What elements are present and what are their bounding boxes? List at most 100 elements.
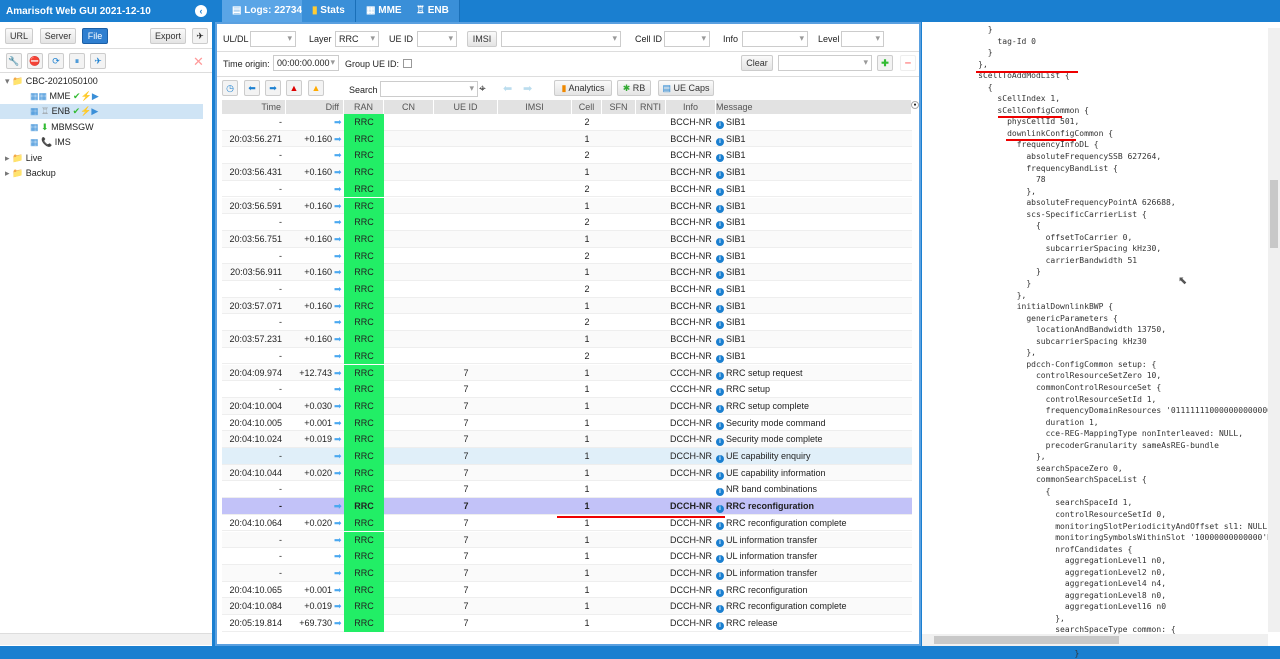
table-row[interactable]: 20:03:56.271 +0.160 RRC 1 BCCH-NR i SIB1 ➡: [222, 130, 912, 148]
column-header[interactable]: Cell: [572, 100, 602, 114]
search-input[interactable]: [380, 81, 478, 97]
table-row[interactable]: - RRC 7 1 DCCH-NR i UE capability enquiry ➡: [222, 448, 912, 465]
tree-item-live[interactable]: ▸ 📁 Live: [5, 151, 42, 166]
table-row[interactable]: - RRC 2 BCCH-NR i SIB1 ➡: [222, 247, 912, 265]
clear-button[interactable]: Clear: [741, 55, 773, 71]
table-row[interactable]: - RRC 2 BCCH-NR i SIB1 ➡: [222, 281, 912, 298]
cell-cell: 2: [584, 150, 590, 161]
table-row[interactable]: 20:04:10.005 +0.001 RRC 7 1 DCCH-NR i Security …: [222, 414, 912, 432]
table-row[interactable]: - RRC 7 1 DCCH-NR i UL information transfer ➡: [222, 548, 912, 565]
pause-icon[interactable]: ⏸: [69, 53, 85, 69]
table-row[interactable]: 20:04:10.065 +0.001 RRC 7 1 DCCH-NR i RRC recon…: [222, 581, 912, 599]
time-origin-input[interactable]: 00:00:00.000: [273, 55, 339, 71]
column-header[interactable]: Message: [716, 100, 912, 114]
tab-stats[interactable]: ▮ Stats: [302, 0, 356, 22]
level-select[interactable]: [841, 31, 884, 47]
horizontal-scrollbar[interactable]: [0, 633, 212, 645]
binoculars-icon[interactable]: ⌖: [479, 81, 486, 96]
code-line: absoluteFrequencySSB 627264,: [930, 152, 1162, 162]
ueid-select[interactable]: [417, 31, 457, 47]
cellid-select[interactable]: [664, 31, 710, 47]
cell-cell: 1: [584, 584, 590, 595]
table-row[interactable]: 20:03:56.751 +0.160 RRC 1 BCCH-NR i SIB1 ➡: [222, 230, 912, 248]
table-row[interactable]: - RRC 2 BCCH-NR i SIB1 ➡: [222, 147, 912, 165]
layer-select[interactable]: RRC: [335, 31, 379, 47]
table-row[interactable]: 20:04:09.974 +12.743 RRC 7 1 CCCH-NR i RRC setu…: [222, 364, 912, 382]
stop-icon[interactable]: ⛔: [27, 53, 43, 69]
filter-select[interactable]: [778, 55, 872, 71]
warning-icon[interactable]: ▲: [308, 80, 324, 96]
column-header[interactable]: SFN: [602, 100, 636, 114]
rb-button[interactable]: ✱ RB: [617, 80, 651, 96]
table-row[interactable]: 20:04:10.004 +0.030 RRC 7 1 DCCH-NR i RRC setup…: [222, 397, 912, 415]
column-header[interactable]: Diff: [286, 100, 344, 114]
table-row[interactable]: - RRC 7 1 DCCH-NR i RRC reconfiguration ➡: [222, 498, 912, 515]
analytics-button[interactable]: ▮ Analytics: [554, 80, 612, 96]
column-header[interactable]: RNTI: [636, 100, 666, 114]
scroll-icon[interactable]: ●: [911, 101, 919, 109]
table-row[interactable]: - RRC 2 BCCH-NR i SIB1 ➡: [222, 114, 912, 131]
tree-item-cbc[interactable]: ▾ 📁 CBC-2021050100: [5, 74, 98, 89]
table-row[interactable]: - RRC 7 1 DCCH-NR i UL information transfer ➡: [222, 531, 912, 549]
group-ue-checkbox[interactable]: [403, 59, 412, 68]
column-header[interactable]: Time: [222, 100, 286, 114]
code-line: physCellId 501,: [930, 117, 1080, 127]
tree-item-mbmsgw[interactable]: ▦ ⬇ MBMSGW: [30, 120, 94, 135]
collapse-icon[interactable]: ‹: [195, 5, 207, 17]
tree-item-mme[interactable]: ▦▦ MME ✔⚡▶: [30, 89, 99, 104]
column-header[interactable]: IMSI: [498, 100, 572, 114]
table-row[interactable]: 20:04:10.044 +0.020 RRC 7 1 DCCH-NR i UE capabi…: [222, 464, 912, 482]
search-prev-icon[interactable]: ⬅: [503, 82, 512, 95]
table-row[interactable]: 20:03:57.071 +0.160 RRC 1 BCCH-NR i SIB1 ➡: [222, 297, 912, 315]
server-button[interactable]: Server: [40, 28, 76, 44]
table-row[interactable]: 20:03:57.231 +0.160 RRC 1 BCCH-NR i SIB1 ➡: [222, 331, 912, 348]
arrow-left-icon[interactable]: ⬅: [244, 80, 260, 96]
export-button[interactable]: Export: [150, 28, 186, 44]
table-row[interactable]: 20:03:56.591 +0.160 RRC 1 BCCH-NR i SIB1 ➡: [222, 197, 912, 215]
table-row[interactable]: - RRC 2 BCCH-NR i SIB1 ➡: [222, 314, 912, 332]
tree-item-backup[interactable]: ▸ 📁 Backup: [5, 166, 56, 181]
refresh-icon[interactable]: ⟳: [48, 53, 64, 69]
vertical-scrollbar[interactable]: [1268, 28, 1280, 632]
horizontal-scrollbar[interactable]: [922, 634, 1268, 646]
table-row[interactable]: 20:05:19.814 +69.730 RRC 7 1 DCCH-NR i RRC rele…: [222, 615, 912, 632]
imsi-button[interactable]: IMSI: [467, 31, 497, 47]
tree-item-enb[interactable]: ▦ ♖ ENB ✔⚡▶: [0, 104, 203, 119]
imsi-select[interactable]: [501, 31, 621, 47]
ue-caps-button[interactable]: ▤ UE Caps: [658, 80, 714, 96]
table-row[interactable]: - RRC 2 BCCH-NR i SIB1 ➡: [222, 214, 912, 231]
column-header[interactable]: RAN: [344, 100, 384, 114]
annotation-underline: [1006, 139, 1076, 141]
table-row[interactable]: 20:03:56.911 +0.160 RRC 1 BCCH-NR i SIB1 ➡: [222, 264, 912, 281]
table-row[interactable]: - RRC 7 1 DCCH-NR i DL information transfer ➡: [222, 564, 912, 582]
arrow-right-icon[interactable]: ➡: [265, 80, 281, 96]
info-select[interactable]: [742, 31, 808, 47]
tab-enb[interactable]: ♖ ENB: [406, 0, 460, 22]
tab-mme[interactable]: ▦ MME: [356, 0, 413, 22]
column-header[interactable]: UE ID: [434, 100, 498, 114]
table-row[interactable]: - RRC 7 1 CCCH-NR i RRC setup ➡: [222, 381, 912, 398]
table-row[interactable]: - RRC 2 BCCH-NR i SIB1 ➡: [222, 180, 912, 198]
column-header[interactable]: CN: [384, 100, 434, 114]
plane-icon[interactable]: ✈: [90, 53, 106, 69]
uldl-select[interactable]: [250, 31, 296, 47]
column-header[interactable]: Info: [666, 100, 716, 114]
clock-icon[interactable]: ◷: [222, 80, 238, 96]
table-row[interactable]: 20:04:10.024 +0.019 RRC 7 1 DCCH-NR i Security …: [222, 431, 912, 448]
close-icon[interactable]: ✕: [193, 54, 204, 70]
remove-icon[interactable]: ━: [900, 55, 916, 71]
ran-cell: RRC: [344, 414, 384, 432]
error-icon[interactable]: ▲: [286, 80, 302, 96]
settings-icon[interactable]: ✈: [192, 28, 208, 44]
table-row[interactable]: 20:03:56.431 +0.160 RRC 1 BCCH-NR i SIB1 ➡: [222, 164, 912, 181]
wrench-icon[interactable]: 🔧: [6, 53, 22, 69]
search-next-icon[interactable]: ➡: [523, 82, 532, 95]
url-button[interactable]: URL: [5, 28, 33, 44]
table-row[interactable]: 20:04:10.084 +0.019 RRC 7 1 DCCH-NR i RRC recon…: [222, 598, 912, 615]
table-row[interactable]: - RRC 7 1 i NR band combinations: [222, 481, 912, 499]
file-button[interactable]: File: [82, 28, 108, 44]
tree-item-ims[interactable]: ▦ 📞 IMS: [30, 135, 71, 150]
code-line: nrofCandidates {: [930, 544, 1133, 554]
add-icon[interactable]: ✚: [877, 55, 893, 71]
table-row[interactable]: - RRC 2 BCCH-NR i SIB1 ➡: [222, 347, 912, 365]
